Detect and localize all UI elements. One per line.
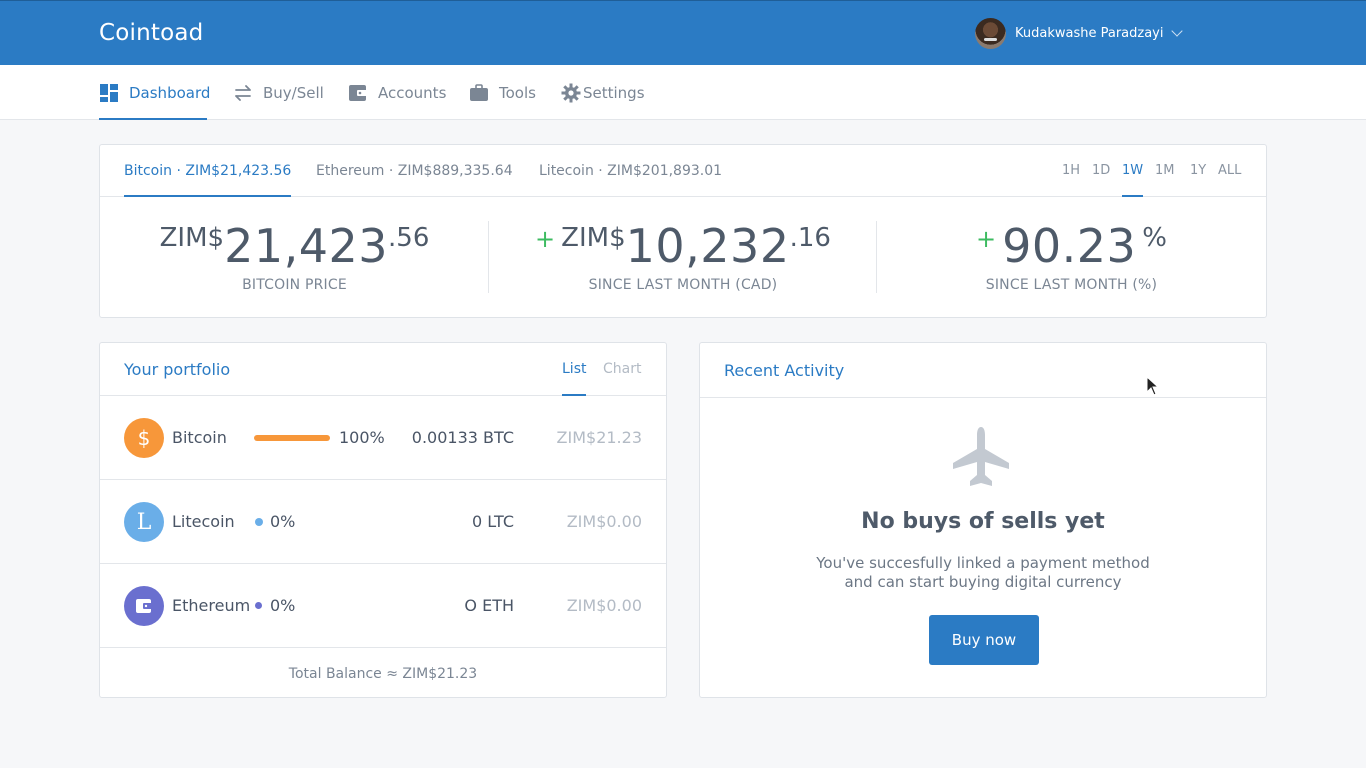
stat-decimal: .56 [388,223,430,253]
stat-decimal: .16 [789,223,831,253]
tab-chart[interactable]: Chart [603,343,641,396]
portfolio-card: Your portfolio List Chart $ Bitcoin 100%… [99,342,667,698]
tab-bitcoin[interactable]: Bitcoin · ZIM$21,423.56 [124,145,292,197]
briefcase-icon [469,83,489,102]
nav-accounts[interactable]: Accounts [348,65,446,120]
stat-label: SINCE LAST MONTH (CAD) [588,277,778,293]
range-1y[interactable]: 1Y [1190,145,1206,197]
stat-label: BITCOIN PRICE [242,277,347,293]
nav-label: Dashboard [129,83,211,102]
activity-header: Recent Activity [700,343,1266,398]
nav-label: Settings [583,83,645,102]
brand-logo[interactable]: Cointoad [99,20,203,46]
portfolio-row-ethereum[interactable]: Ethereum 0% O ETH ZIM$0.00 [100,564,666,648]
stat-label: SINCE LAST MONTH (%) [985,277,1158,293]
avatar[interactable] [975,17,1006,49]
arrows-swap-icon [233,84,253,101]
range-1m[interactable]: 1M [1155,145,1175,197]
stat-currency: ZIM$ [159,223,225,253]
allocation-dot [255,518,263,526]
activity-title: Recent Activity [724,361,845,380]
stat-number: 10,232 [625,219,790,273]
tab-list[interactable]: List [562,343,587,396]
main-nav: Dashboard Buy/Sell Accounts Tools Settin… [0,65,1366,120]
nav-buy-sell[interactable]: Buy/Sell [233,65,324,120]
dollar-icon: $ [124,418,164,458]
wallet-icon [348,84,368,102]
total-balance: Total Balance ≈ ZIM$21.23 [288,666,478,682]
stat-decimal: % [1142,223,1168,253]
allocation-percent: 0% [270,512,296,531]
coin-value: ZIM$0.00 [566,512,642,531]
stat-number: 21,423 [224,219,389,273]
top-bar: Cointoad Kudakwashe Paradzayi [0,0,1366,65]
tab-ethereum[interactable]: Ethereum · ZIM$889,335.64 [316,145,513,197]
stat-since-last-month-pct: +90.23% SINCE LAST MONTH (%) [877,197,1266,319]
empty-state-line: and can start buying digital currency [844,573,1122,591]
empty-state-title: No buys of sells yet [861,509,1105,534]
dashboard-icon [99,83,119,103]
range-1h[interactable]: 1H [1062,145,1080,197]
empty-state-line: You've succesfully linked a payment meth… [816,554,1150,572]
buy-now-button[interactable]: Buy now [929,615,1039,665]
coin-value: ZIM$0.00 [566,596,642,615]
wallet-icon [124,586,164,626]
nav-label: Buy/Sell [263,83,324,102]
stat-since-last-month-cad: + ZIM$10,232.16 SINCE LAST MONTH (CAD) [489,197,877,319]
user-name[interactable]: Kudakwashe Paradzayi [1015,26,1163,41]
range-1d[interactable]: 1D [1092,145,1110,197]
coin-name: Ethereum [172,596,251,615]
coin-amount: 0 LTC [472,512,514,531]
nav-dashboard[interactable]: Dashboard [99,65,211,120]
price-card: Bitcoin · ZIM$21,423.56 Ethereum · ZIM$8… [99,144,1267,318]
stat-bitcoin-price: ZIM$21,423.56 BITCOIN PRICE [100,197,489,319]
coin-value: ZIM$21.23 [556,428,642,447]
mouse-cursor-icon [1146,376,1158,396]
portfolio-row-bitcoin[interactable]: $ Bitcoin 100% 0.00133 BTC ZIM$21.23 [100,396,666,480]
allocation-percent: 0% [270,596,296,615]
stat-currency: ZIM$ [561,223,626,253]
chevron-down-icon[interactable] [1171,24,1184,37]
allocation-percent: 100% [339,428,385,447]
plus-sign: + [535,225,556,253]
recent-activity-card: Recent Activity No buys of sells yet You… [699,342,1267,698]
portfolio-header: Your portfolio List Chart [100,343,666,396]
user-menu[interactable]: Kudakwashe Paradzayi [975,17,1184,49]
stat-number: 90.23 [1002,219,1137,273]
coin-amount: O ETH [464,596,514,615]
allocation-dot [255,602,262,609]
coin-name: Bitcoin [172,428,227,447]
nav-settings[interactable]: Settings [561,65,645,120]
litecoin-icon: L [124,502,164,542]
coin-amount: 0.00133 BTC [411,428,514,447]
portfolio-row-litecoin[interactable]: L Litecoin 0% 0 LTC ZIM$0.00 [100,480,666,564]
portfolio-title: Your portfolio [124,360,231,379]
stat-value: + ZIM$10,232.16 [489,219,877,273]
empty-state-text: You've succesfully linked a payment meth… [700,554,1266,592]
coin-name: Litecoin [172,512,235,531]
nav-label: Tools [499,83,536,102]
range-1w[interactable]: 1W [1122,145,1144,197]
tab-litecoin[interactable]: Litecoin · ZIM$201,893.01 [539,145,722,197]
allocation-bar [254,435,330,441]
nav-label: Accounts [378,83,447,102]
plus-sign: + [975,225,997,253]
airplane-icon [950,425,1012,489]
stat-value: +90.23% [877,219,1266,273]
gear-icon [561,83,581,103]
currency-tabs: Bitcoin · ZIM$21,423.56 Ethereum · ZIM$8… [100,145,1266,197]
nav-tools[interactable]: Tools [469,65,536,120]
stat-value: ZIM$21,423.56 [100,219,489,273]
range-all[interactable]: ALL [1218,145,1241,197]
